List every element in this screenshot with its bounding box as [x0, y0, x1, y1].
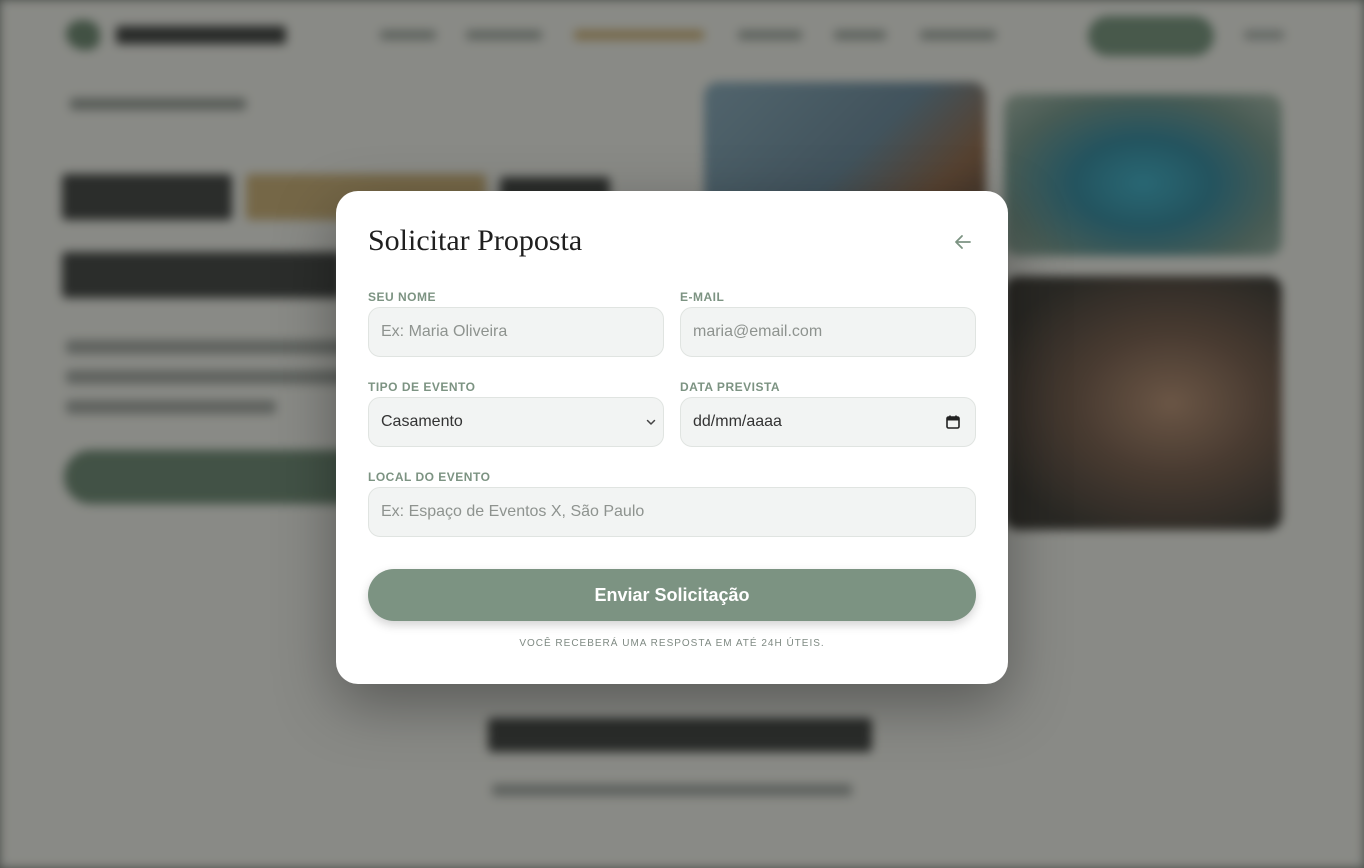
email-placeholder: maria@email.com — [693, 323, 823, 340]
name-input[interactable]: Ex: Maria Oliveira — [368, 307, 664, 357]
response-time-note: VOCÊ RECEBERÁ UMA RESPOSTA EM ATÉ 24H ÚT… — [519, 638, 825, 649]
name-label: SEU NOME — [368, 290, 437, 304]
request-proposal-modal: Solicitar Proposta SEU NOME Ex: Maria Ol… — [336, 191, 1008, 684]
event-type-select[interactable]: Casamento — [368, 397, 664, 447]
name-placeholder: Ex: Maria Oliveira — [381, 323, 508, 340]
event-type-value: Casamento — [381, 413, 463, 430]
location-label: LOCAL DO EVENTO — [368, 470, 491, 484]
submit-button[interactable]: Enviar Solicitação — [368, 569, 976, 621]
date-input[interactable]: dd/mm/aaaa — [680, 397, 976, 447]
back-button[interactable] — [948, 227, 978, 257]
location-input[interactable]: Ex: Espaço de Eventos X, São Paulo — [368, 487, 976, 537]
event-type-label: TIPO DE EVENTO — [368, 380, 476, 394]
calendar-icon[interactable] — [945, 414, 961, 430]
location-placeholder: Ex: Espaço de Eventos X, São Paulo — [381, 503, 645, 520]
email-input[interactable]: maria@email.com — [680, 307, 976, 357]
chevron-down-icon — [646, 419, 656, 425]
date-label: DATA PREVISTA — [680, 380, 781, 394]
date-placeholder: dd/mm/aaaa — [693, 413, 782, 430]
modal-title: Solicitar Proposta — [368, 224, 583, 257]
arrow-left-icon — [955, 235, 971, 249]
email-label: E-MAIL — [680, 290, 725, 304]
